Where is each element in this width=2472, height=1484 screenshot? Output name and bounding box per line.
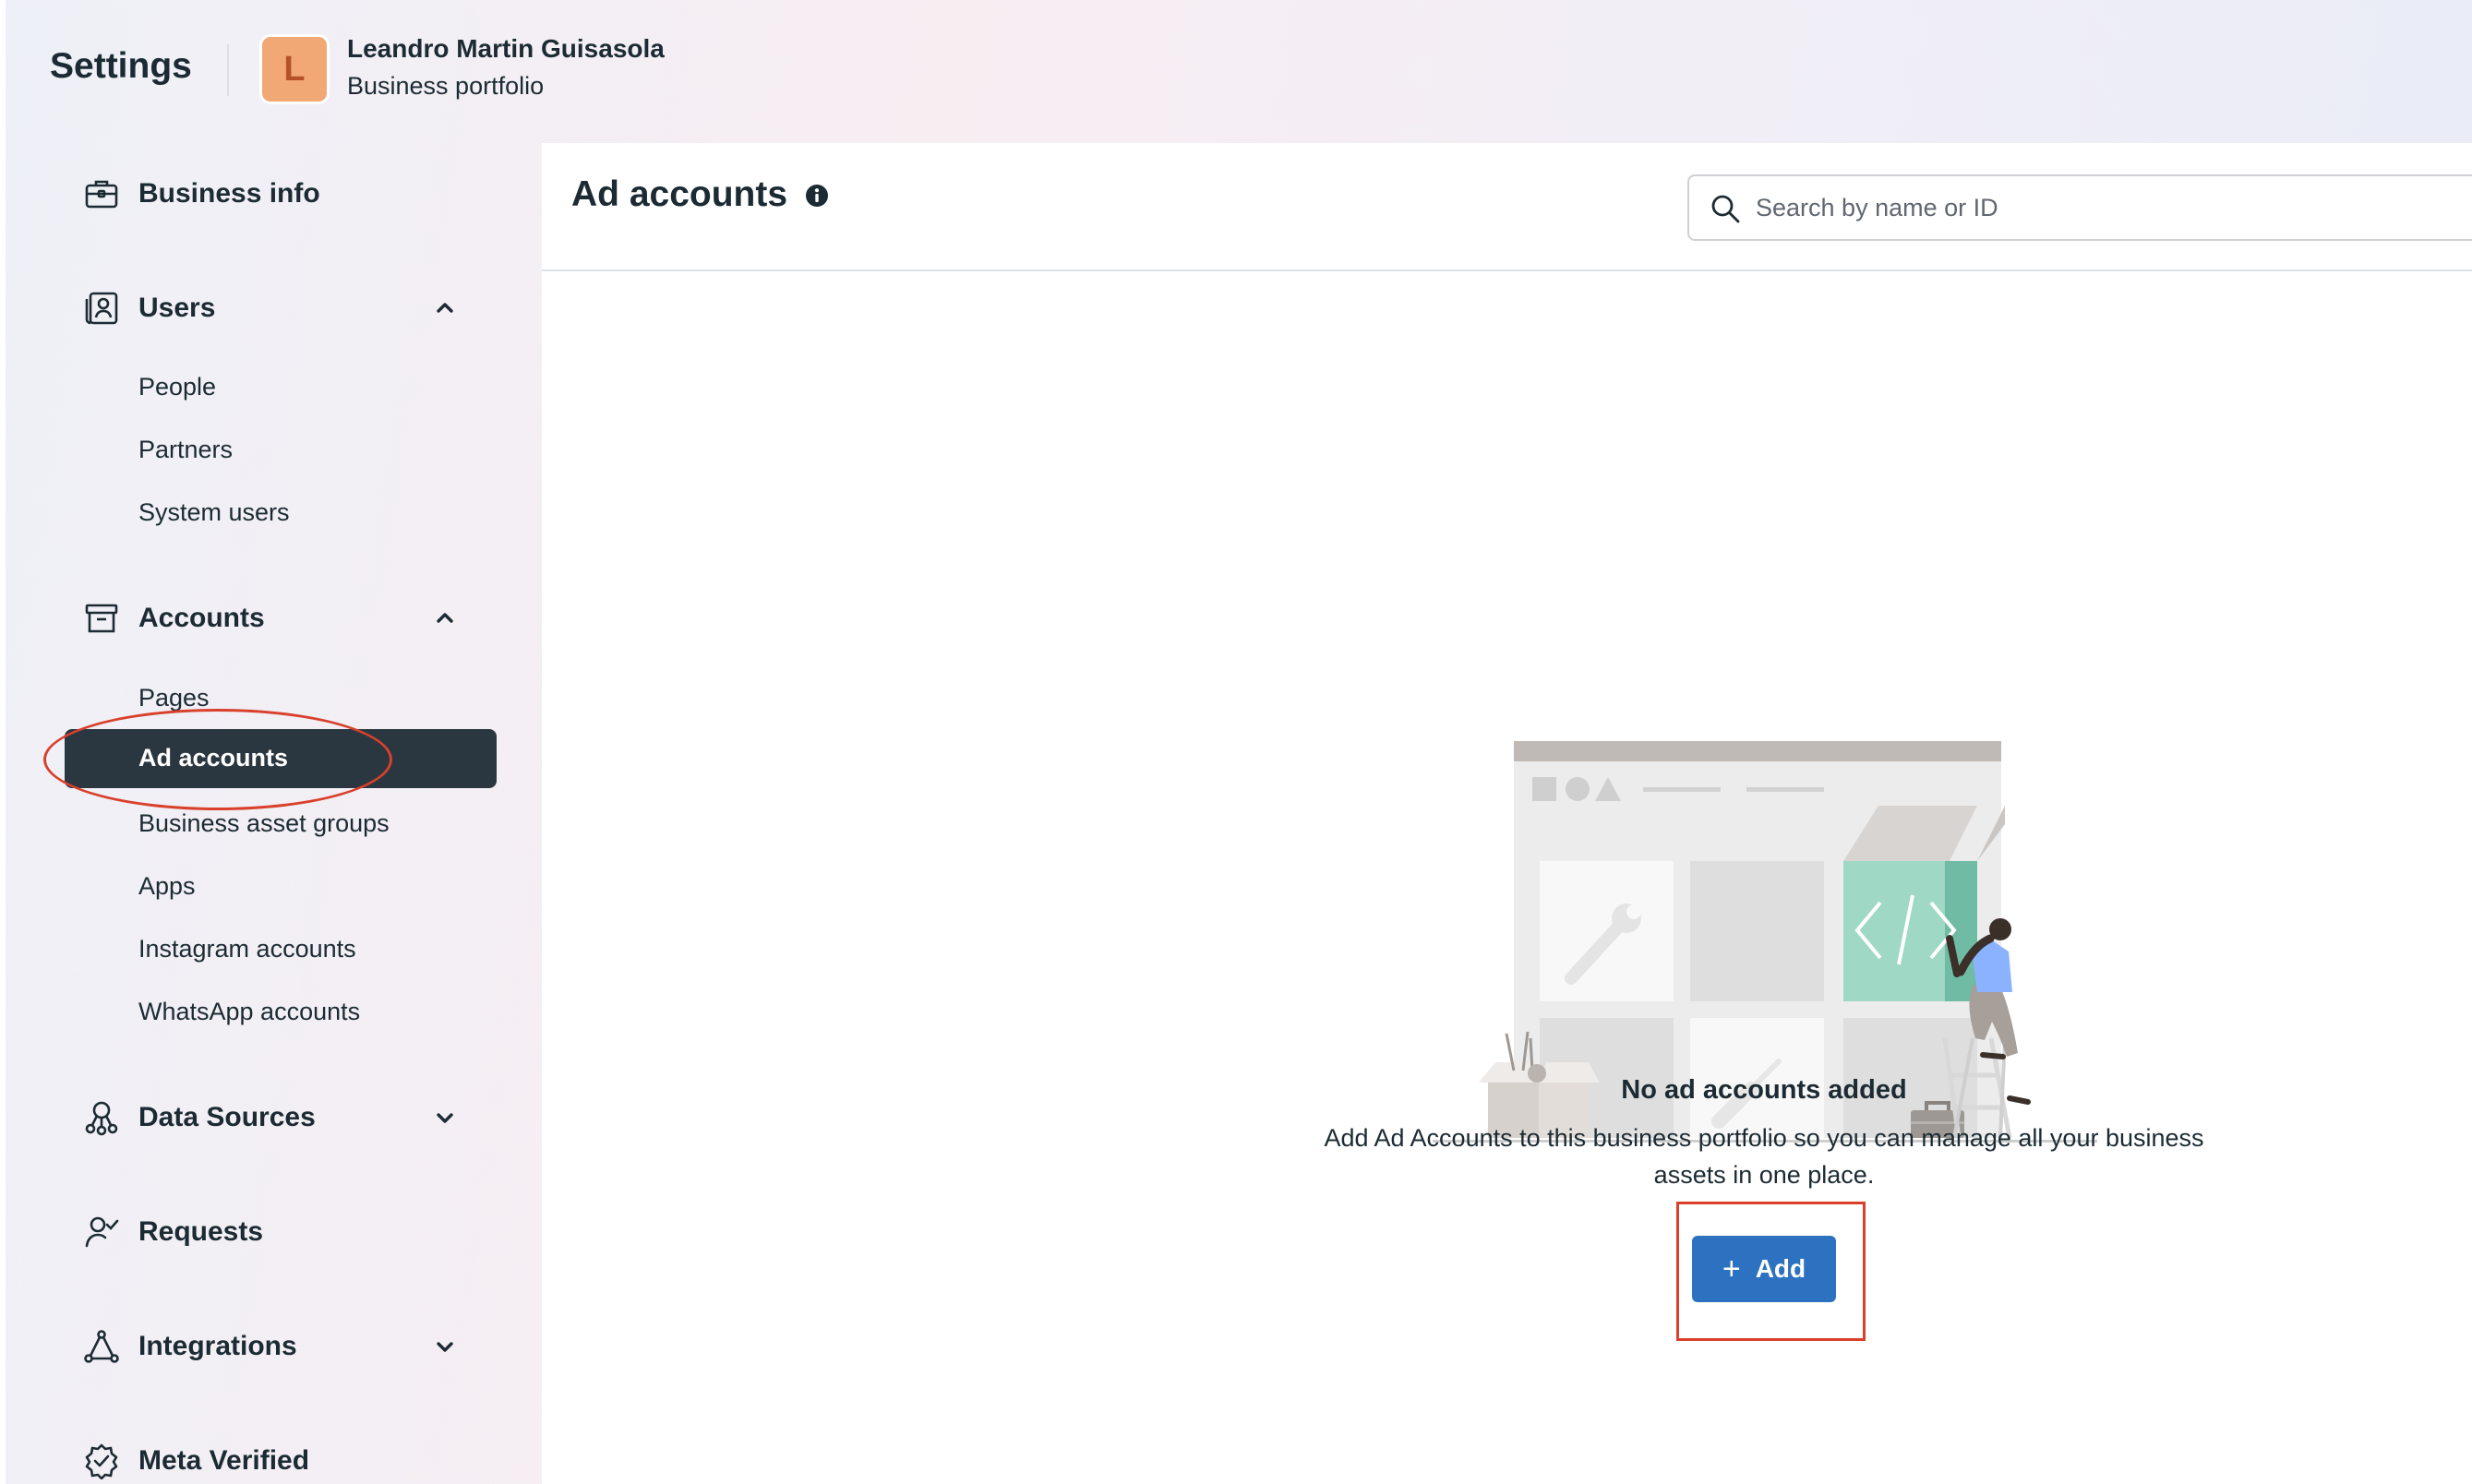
window-edge: [0, 0, 6, 1484]
highlight-circle-annotation: [43, 709, 392, 810]
sidebar-section-data-sources[interactable]: Data Sources: [81, 1095, 316, 1141]
sidebar-item-label: Requests: [138, 1216, 264, 1247]
header-divider: [227, 44, 229, 96]
person-check-icon: [81, 1212, 122, 1252]
chevron-up-icon[interactable]: [430, 604, 460, 633]
sidebar-item-label: Business info: [138, 178, 320, 209]
empty-state-description: Add Ad Accounts to this business portfol…: [1324, 1124, 2204, 1189]
search-icon: [1710, 193, 1741, 224]
main-header: Ad accounts: [542, 143, 2472, 271]
sidebar-item-whatsapp-accounts[interactable]: WhatsApp accounts: [138, 998, 360, 1026]
sidebar-item-partners[interactable]: Partners: [138, 436, 233, 464]
users-icon: [81, 288, 122, 329]
data-sources-icon: [81, 1097, 122, 1138]
page-title: Ad accounts: [571, 174, 788, 214]
sidebar-section-label: Integrations: [138, 1331, 297, 1361]
sidebar-section-label: Users: [138, 293, 216, 323]
sidebar-item-people[interactable]: People: [138, 373, 216, 401]
verified-badge-icon: [81, 1441, 122, 1481]
sidebar-item-label: Meta Verified: [138, 1445, 310, 1476]
sidebar-section-integrations[interactable]: Integrations: [81, 1323, 297, 1370]
archive-box-icon: [81, 598, 122, 639]
sidebar-section-label: Accounts: [138, 603, 265, 633]
sidebar-item-system-users[interactable]: System users: [138, 498, 290, 527]
sidebar-item-requests[interactable]: Requests: [81, 1209, 263, 1255]
sidebar-item-business-info[interactable]: Business info: [81, 171, 320, 217]
chevron-up-icon[interactable]: [430, 293, 460, 323]
search-input[interactable]: [1756, 184, 2472, 232]
sidebar-item-business-asset-groups[interactable]: Business asset groups: [138, 809, 390, 838]
empty-state-title: No ad accounts added: [1621, 1075, 1907, 1105]
chevron-down-icon[interactable]: [430, 1332, 460, 1361]
empty-state-illustration: [1433, 595, 2097, 1149]
sidebar-item-apps[interactable]: Apps: [138, 872, 196, 901]
briefcase-icon: [81, 174, 122, 214]
avatar[interactable]: L: [259, 34, 330, 104]
integrations-icon: [81, 1326, 122, 1367]
page-header-title: Settings: [50, 46, 192, 86]
main-panel: Ad accounts: [542, 143, 2472, 1484]
sidebar-section-label: Data Sources: [138, 1102, 316, 1132]
sidebar-item-meta-verified[interactable]: Meta Verified: [81, 1438, 309, 1484]
chevron-down-icon[interactable]: [430, 1103, 460, 1132]
highlight-rectangle-annotation: [1676, 1202, 1866, 1341]
account-type: Business portfolio: [347, 72, 545, 100]
search-box[interactable]: [1687, 174, 2472, 241]
sidebar-item-instagram-accounts[interactable]: Instagram accounts: [138, 935, 356, 963]
sidebar-section-users[interactable]: Users: [81, 285, 215, 331]
sidebar-section-accounts[interactable]: Accounts: [81, 595, 265, 641]
account-name[interactable]: Leandro Martin Guisasola: [347, 34, 665, 64]
info-icon[interactable]: [804, 183, 830, 209]
